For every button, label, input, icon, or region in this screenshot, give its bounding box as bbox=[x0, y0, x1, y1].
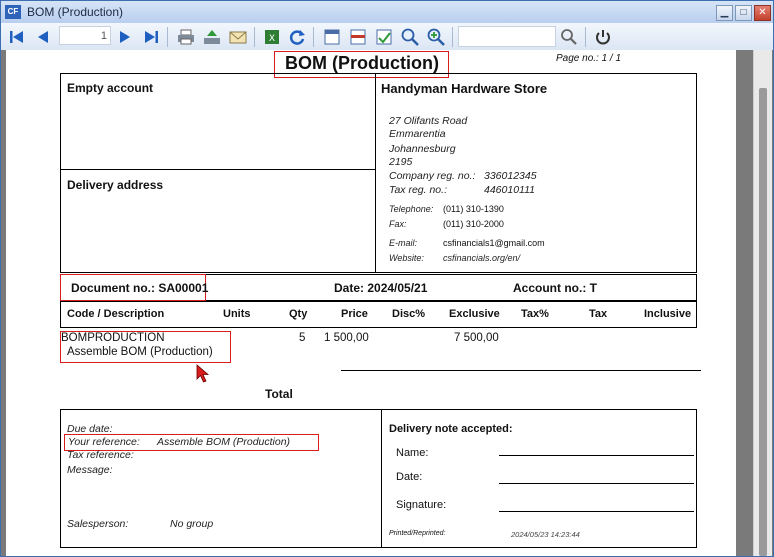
tax-reg-label: Tax reg. no.: bbox=[389, 184, 447, 196]
line-item-qty: 5 bbox=[299, 332, 306, 344]
email-icon[interactable] bbox=[228, 27, 248, 47]
app-logo-icon: CF bbox=[5, 5, 21, 19]
column-header: Price bbox=[341, 308, 368, 320]
page-number-input[interactable]: 1 bbox=[59, 26, 111, 45]
page-number-label: Page no.: 1 / 1 bbox=[556, 53, 622, 64]
first-page-icon[interactable] bbox=[7, 27, 27, 47]
address-line: 2195 bbox=[389, 156, 413, 168]
document-date: Date: 2024/05/21 bbox=[334, 281, 428, 295]
delivery-address-label: Delivery address bbox=[67, 178, 164, 192]
website-value: csfinancials.org/en/ bbox=[443, 253, 521, 263]
last-page-icon[interactable] bbox=[141, 27, 161, 47]
line-item-description: Assemble BOM (Production) bbox=[67, 346, 213, 358]
maximize-button[interactable]: □ bbox=[735, 5, 752, 21]
address-line: Emmarentia bbox=[389, 128, 446, 140]
report-viewport: BOM (Production) Page no.: 1 / 1 Empty a… bbox=[1, 50, 773, 556]
tax-reference-label: Tax reference: bbox=[67, 449, 134, 461]
column-header: Exclusive bbox=[449, 308, 500, 320]
company-name: Handyman Hardware Store bbox=[381, 81, 548, 96]
title-bar[interactable]: CF BOM (Production) ▁ □ ✕ bbox=[1, 1, 773, 24]
signature-label: Signature: bbox=[396, 499, 447, 511]
line-item-price: 1 500,00 bbox=[324, 332, 369, 344]
layout-3-icon[interactable] bbox=[374, 27, 394, 47]
vertical-scrollbar[interactable] bbox=[753, 50, 772, 556]
column-header: Tax% bbox=[521, 308, 549, 320]
email-label: E-mail: bbox=[389, 238, 418, 248]
search-icon[interactable] bbox=[559, 27, 579, 47]
zoom-out-icon[interactable] bbox=[400, 27, 420, 47]
salesperson-value: No group bbox=[170, 518, 214, 530]
address-line: Johannesburg bbox=[389, 143, 456, 155]
your-reference-value: Assemble BOM (Production) bbox=[157, 436, 291, 448]
account-number: Account no.: T bbox=[513, 281, 597, 295]
excel-icon[interactable]: X bbox=[262, 27, 282, 47]
layout-1-icon[interactable] bbox=[322, 27, 342, 47]
prev-page-icon[interactable] bbox=[33, 27, 53, 47]
next-page-icon[interactable] bbox=[115, 27, 135, 47]
salesperson-label: Salesperson: bbox=[67, 518, 129, 530]
delivery-accepted-label: Delivery note accepted: bbox=[389, 423, 513, 435]
layout-2-icon[interactable] bbox=[348, 27, 368, 47]
print-icon[interactable] bbox=[176, 27, 196, 47]
toolbar: 1 X bbox=[1, 23, 773, 51]
address-line: 27 Olifants Road bbox=[389, 115, 468, 127]
column-header: Inclusive bbox=[644, 308, 692, 320]
tax-reg-value: 446010111 bbox=[484, 184, 535, 196]
footer-box bbox=[60, 409, 697, 548]
account-label: Empty account bbox=[67, 81, 154, 95]
line-item-code: BOMPRODUCTION bbox=[61, 332, 165, 344]
report-title: BOM (Production) bbox=[285, 53, 439, 73]
window-title: BOM (Production) bbox=[27, 5, 124, 19]
website-label: Website: bbox=[389, 253, 424, 263]
search-input[interactable] bbox=[458, 26, 556, 47]
power-icon[interactable] bbox=[593, 27, 613, 47]
company-reg-value: 336012345 bbox=[484, 170, 537, 182]
column-header: Tax bbox=[589, 308, 608, 320]
header-box bbox=[60, 73, 697, 273]
document-number: Document no.: SA00001 bbox=[71, 281, 209, 295]
line-item-exclusive: 7 500,00 bbox=[454, 332, 499, 344]
minimize-button[interactable]: ▁ bbox=[716, 5, 733, 21]
report-page: BOM (Production) Page no.: 1 / 1 Empty a… bbox=[6, 50, 736, 556]
fax-value: (011) 310-2000 bbox=[443, 219, 504, 229]
report-window: CF BOM (Production) ▁ □ ✕ 1 X BOM (Produ… bbox=[0, 0, 774, 557]
company-reg-label: Company reg. no.: bbox=[389, 170, 476, 182]
your-reference-label: Your reference: bbox=[68, 436, 140, 448]
email-value: csfinancials1@gmail.com bbox=[443, 238, 545, 248]
refresh-icon[interactable] bbox=[287, 27, 307, 47]
column-header: Units bbox=[223, 308, 251, 320]
name-label: Name: bbox=[396, 447, 429, 459]
column-header: Qty bbox=[289, 308, 308, 320]
close-button[interactable]: ✕ bbox=[754, 5, 771, 21]
column-header: Disc% bbox=[392, 308, 426, 320]
telephone-label: Telephone: bbox=[389, 204, 434, 214]
zoom-in-icon[interactable] bbox=[426, 27, 446, 47]
column-header: Code / Description bbox=[67, 308, 165, 320]
scrollbar-thumb[interactable] bbox=[759, 88, 767, 556]
printed-timestamp: 2024/05/23 14:23:44 bbox=[511, 530, 580, 539]
message-label: Message: bbox=[67, 464, 113, 476]
total-label: Total bbox=[265, 387, 293, 401]
telephone-value: (011) 310-1390 bbox=[443, 204, 504, 214]
svg-text:X: X bbox=[269, 34, 275, 44]
export-icon[interactable] bbox=[202, 27, 222, 47]
mouse-cursor-icon bbox=[196, 364, 210, 383]
date-label: Date: bbox=[396, 471, 423, 483]
printed-label: Printed/Reprinted: bbox=[389, 530, 446, 537]
fax-label: Fax: bbox=[389, 219, 407, 229]
